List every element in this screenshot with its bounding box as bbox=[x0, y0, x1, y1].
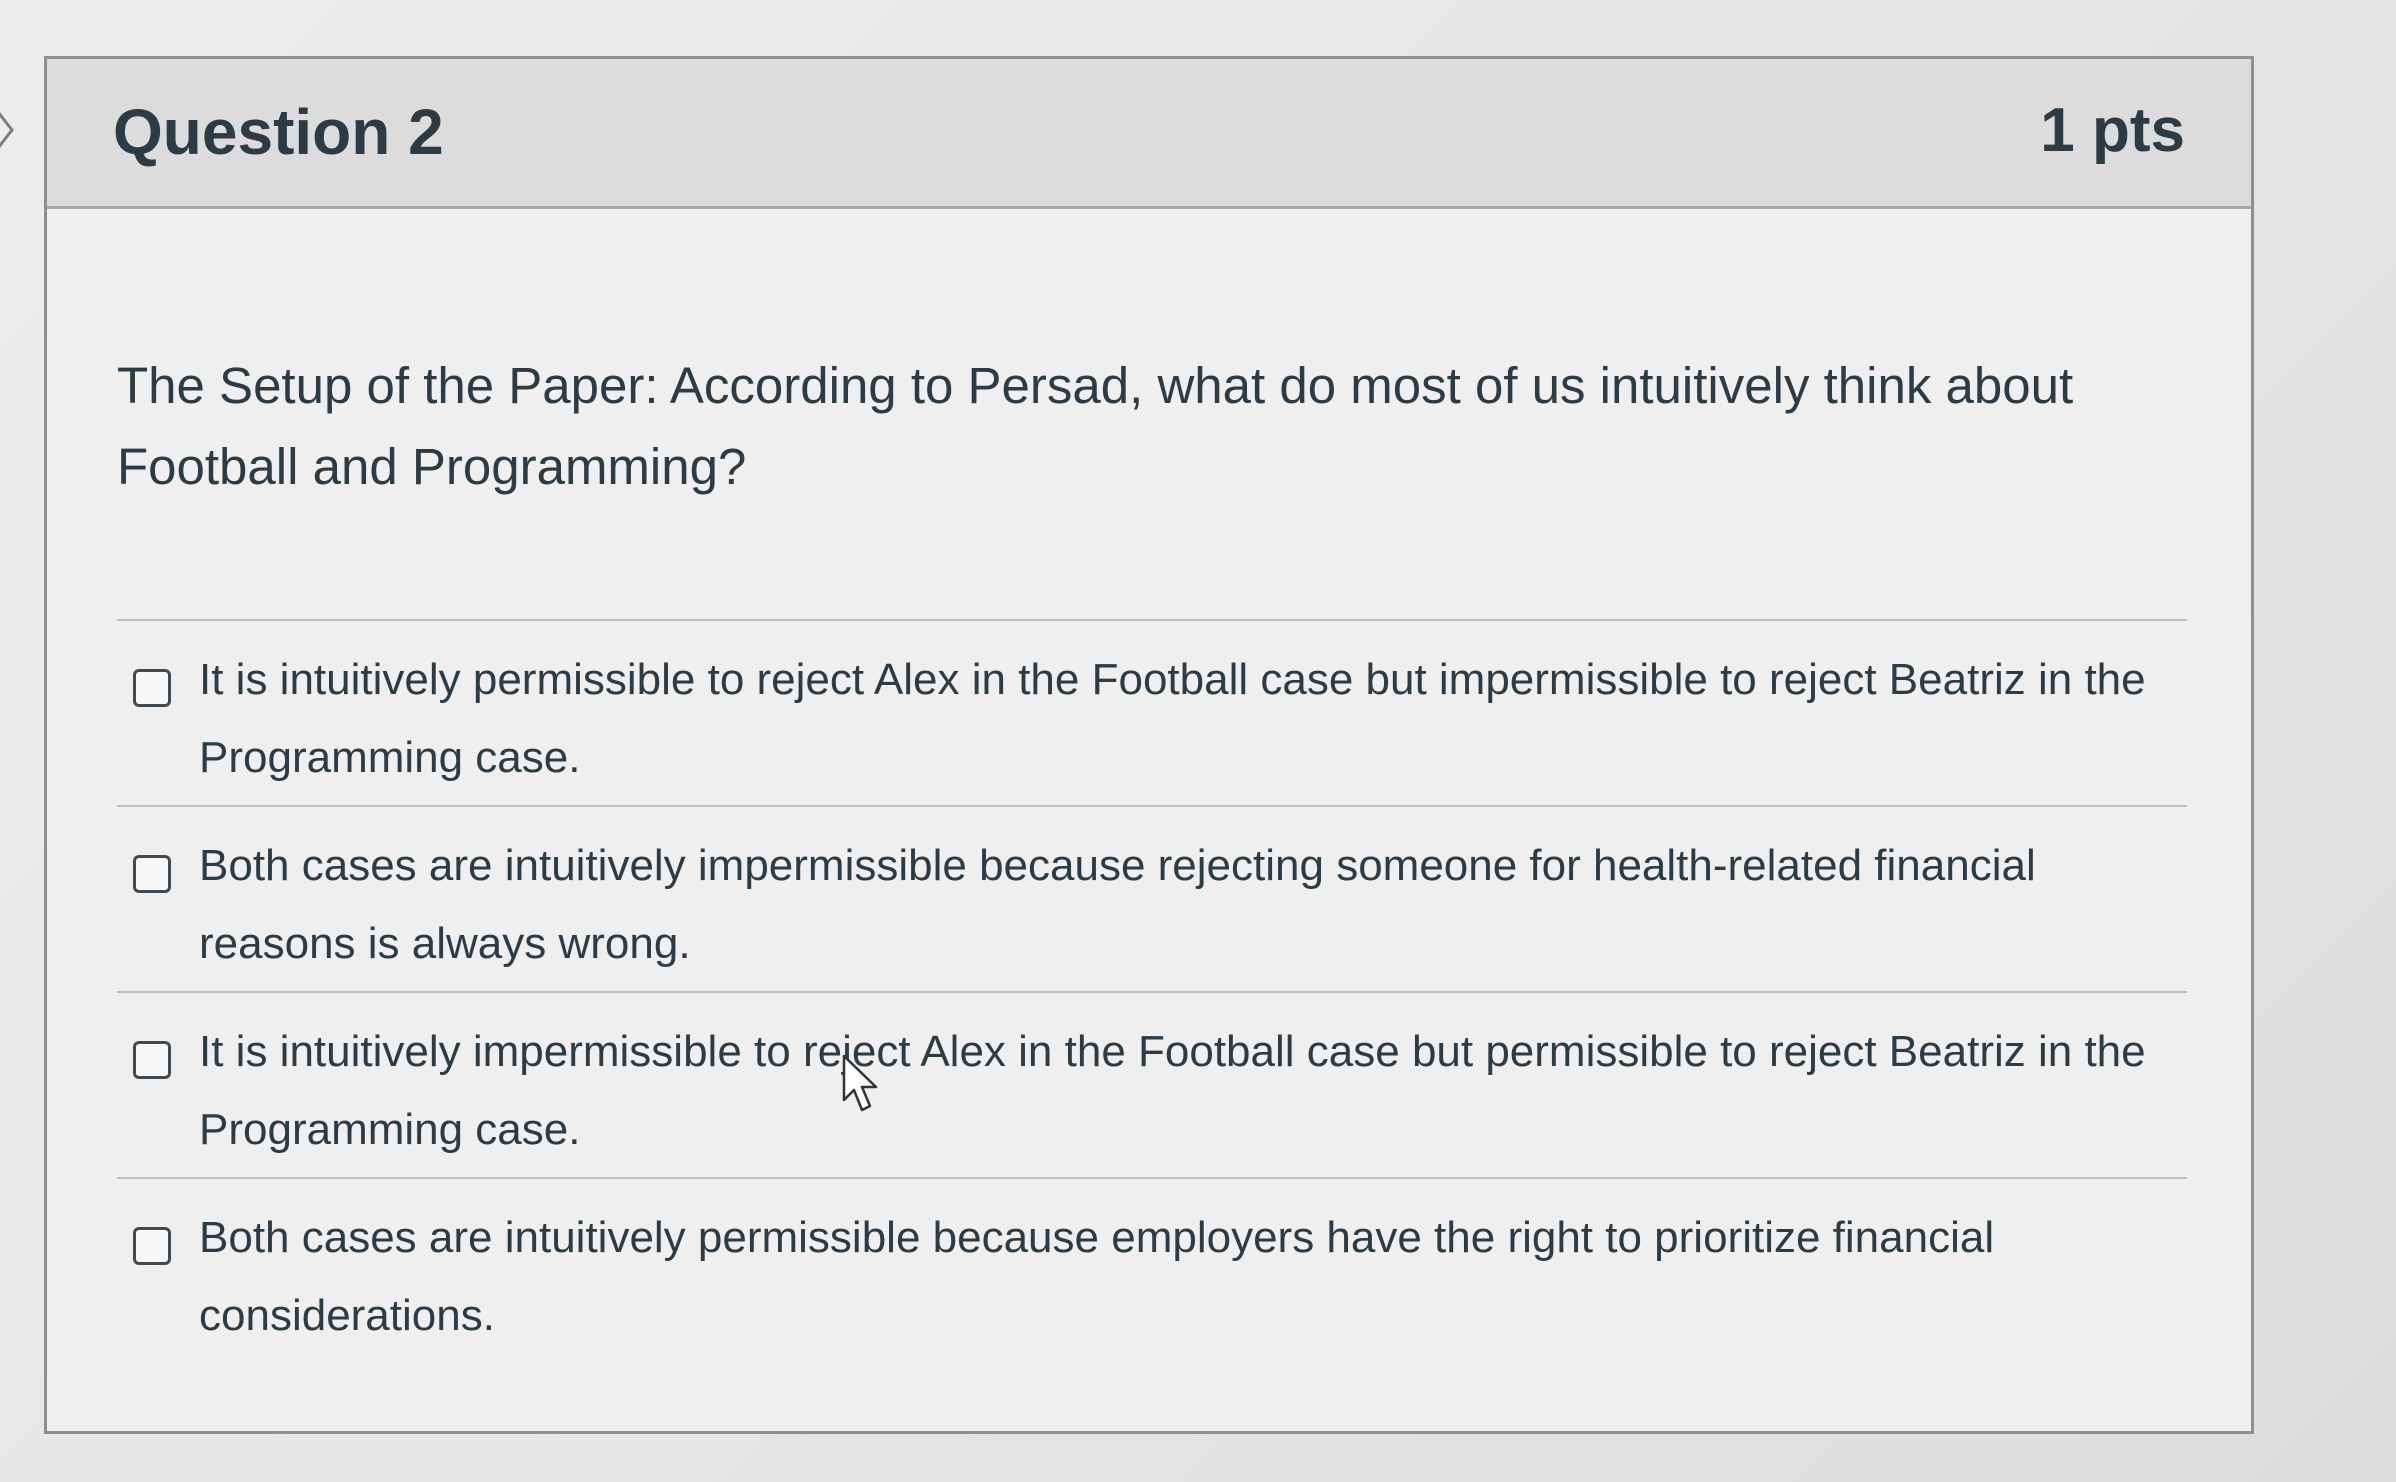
answer-checkbox[interactable] bbox=[133, 1041, 171, 1079]
answer-checkbox[interactable] bbox=[133, 1227, 171, 1265]
answer-label[interactable]: It is intuitively impermissible to rejec… bbox=[199, 1013, 2159, 1169]
question-text: The Setup of the Paper: According to Per… bbox=[117, 357, 2074, 495]
answer-option[interactable]: It is intuitively permissible to reject … bbox=[117, 621, 2187, 807]
answer-checkbox[interactable] bbox=[133, 855, 171, 893]
answer-option[interactable]: It is intuitively impermissible to rejec… bbox=[117, 993, 2187, 1179]
question-card: Question 2 1 pts The Setup of the Paper:… bbox=[44, 56, 2254, 1434]
answer-list: It is intuitively permissible to reject … bbox=[117, 619, 2187, 1365]
question-header: Question 2 1 pts bbox=[47, 59, 2251, 209]
answer-label[interactable]: Both cases are intuitively impermissible… bbox=[199, 827, 2159, 983]
question-points: 1 pts bbox=[2040, 96, 2185, 165]
question-title: Question 2 bbox=[113, 96, 444, 168]
quiz-page: Question 2 1 pts The Setup of the Paper:… bbox=[0, 0, 2396, 1482]
mouse-pointer-icon bbox=[842, 1054, 878, 1112]
answer-option[interactable]: Both cases are intuitively permissible b… bbox=[117, 1179, 2187, 1365]
answer-label[interactable]: Both cases are intuitively permissible b… bbox=[199, 1199, 2159, 1355]
answer-label[interactable]: It is intuitively permissible to reject … bbox=[199, 641, 2159, 797]
chevron-right-icon[interactable] bbox=[0, 108, 16, 152]
answer-option[interactable]: Both cases are intuitively impermissible… bbox=[117, 807, 2187, 993]
answer-checkbox[interactable] bbox=[133, 669, 171, 707]
